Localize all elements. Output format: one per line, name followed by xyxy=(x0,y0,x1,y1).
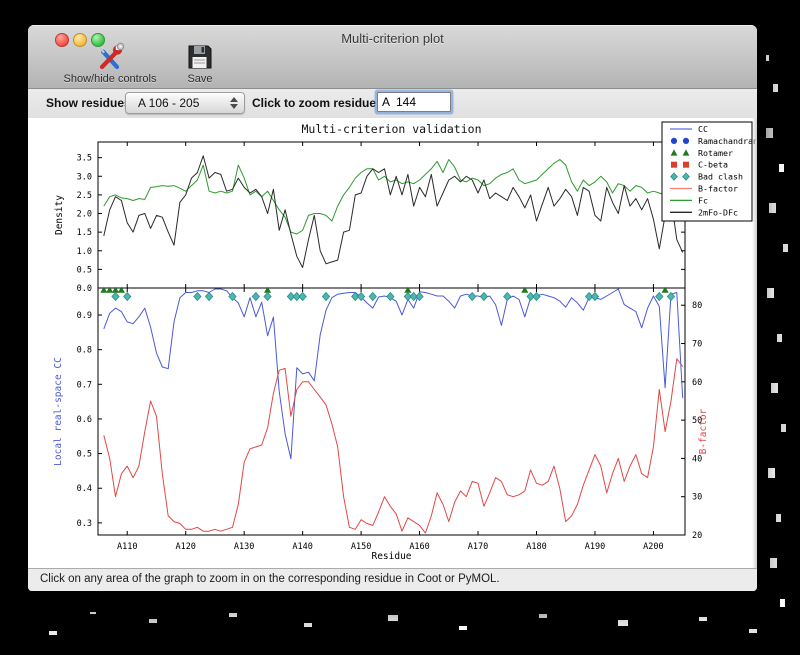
svg-text:30: 30 xyxy=(692,493,702,503)
series-2mFo-DFc xyxy=(103,155,684,268)
save-icon xyxy=(178,42,222,72)
svg-text:A110: A110 xyxy=(117,542,137,552)
svg-text:0.9: 0.9 xyxy=(77,311,92,321)
svg-text:70: 70 xyxy=(692,340,702,350)
svg-text:2.0: 2.0 xyxy=(77,210,92,220)
svg-text:A180: A180 xyxy=(526,542,546,552)
svg-text:0.7: 0.7 xyxy=(77,380,92,390)
svg-text:0.6: 0.6 xyxy=(77,415,92,425)
dropdown-stepper-icon xyxy=(229,94,239,112)
series-CC xyxy=(103,288,684,460)
svg-text:Residue: Residue xyxy=(371,551,411,562)
status-bar: Click on any area of the graph to zoom i… xyxy=(28,568,757,591)
svg-text:A150: A150 xyxy=(351,542,371,552)
save-button[interactable]: Save xyxy=(178,42,222,85)
svg-text:A120: A120 xyxy=(175,542,195,552)
series-Fc xyxy=(103,159,684,235)
svg-text:CC: CC xyxy=(698,124,708,134)
outlier-markers xyxy=(100,286,676,302)
svg-text:Bad clash: Bad clash xyxy=(698,172,743,182)
svg-text:A160: A160 xyxy=(409,542,429,552)
svg-text:Ramachandran: Ramachandran xyxy=(698,136,756,146)
status-text: Click on any area of the graph to zoom i… xyxy=(40,573,500,585)
show-residues-value: A 106 - 205 xyxy=(138,96,200,110)
svg-text:0.4: 0.4 xyxy=(77,484,92,494)
plot-canvas: Multi-criterion validation Density Local r… xyxy=(28,118,757,568)
svg-text:60: 60 xyxy=(692,378,702,388)
svg-text:0.0: 0.0 xyxy=(77,284,92,294)
svg-text:A130: A130 xyxy=(234,542,254,552)
svg-text:C-beta: C-beta xyxy=(698,160,728,170)
tools-icon xyxy=(44,42,176,72)
svg-text:A190: A190 xyxy=(585,542,605,552)
svg-text:Multi-criterion validation: Multi-criterion validation xyxy=(301,122,481,136)
desktop-backdrop: { "window": { "title": "Multi-criterion … xyxy=(0,0,800,655)
svg-text:2mFo-DFc: 2mFo-DFc xyxy=(698,207,738,217)
svg-text:Rotamer: Rotamer xyxy=(698,148,733,158)
svg-text:A140: A140 xyxy=(292,542,312,552)
plot-axes: Multi-criterion validation Density Local r… xyxy=(53,122,709,562)
svg-text:Density: Density xyxy=(54,195,65,235)
svg-text:50: 50 xyxy=(692,416,702,426)
svg-text:2.5: 2.5 xyxy=(77,191,92,201)
toolbar-button-label: Save xyxy=(187,73,213,85)
svg-text:Fc: Fc xyxy=(698,195,708,205)
svg-text:1.5: 1.5 xyxy=(77,228,92,238)
svg-text:A170: A170 xyxy=(468,542,488,552)
shadow-noise-bottom xyxy=(90,612,96,614)
svg-text:B-factor: B-factor xyxy=(698,184,738,194)
svg-text:0.5: 0.5 xyxy=(77,265,92,275)
toolbar-button-label: Show/hide controls xyxy=(63,73,157,85)
series-B-factor xyxy=(103,358,684,534)
multi-criterion-plot-window: Multi-criterion plot Show/hide controls xyxy=(28,25,757,591)
svg-text:20: 20 xyxy=(692,531,702,541)
svg-text:Local real-space CC: Local real-space CC xyxy=(53,357,64,466)
show-residues-label: Show residues: xyxy=(46,96,135,110)
zoom-residue-input[interactable] xyxy=(377,92,451,112)
zoom-residue-label: Click to zoom residue: xyxy=(252,96,381,110)
svg-text:A200: A200 xyxy=(643,542,663,552)
controls-row: Show residues: A 106 - 205 Click to zoom… xyxy=(28,89,757,119)
svg-text:3.5: 3.5 xyxy=(77,154,92,164)
svg-text:80: 80 xyxy=(692,301,702,311)
svg-text:0.5: 0.5 xyxy=(77,450,92,460)
show-residues-dropdown[interactable]: A 106 - 205 xyxy=(125,92,245,114)
plot-legend: CC Ramachandran Rotamer C-beta Bad clash B-fa… xyxy=(661,121,757,222)
canvas-right-edge xyxy=(752,118,757,568)
shadow-noise-right xyxy=(766,55,769,61)
show-hide-controls-button[interactable]: Show/hide controls xyxy=(44,42,176,85)
window-header: Multi-criterion plot Show/hide controls xyxy=(28,25,757,89)
svg-text:1.0: 1.0 xyxy=(77,247,92,257)
svg-text:0.8: 0.8 xyxy=(77,346,92,356)
svg-text:40: 40 xyxy=(692,454,702,464)
svg-text:3.0: 3.0 xyxy=(77,172,92,182)
svg-text:0.3: 0.3 xyxy=(77,519,92,529)
multi-criterion-plot[interactable]: Multi-criterion validation Density Local r… xyxy=(28,118,757,568)
